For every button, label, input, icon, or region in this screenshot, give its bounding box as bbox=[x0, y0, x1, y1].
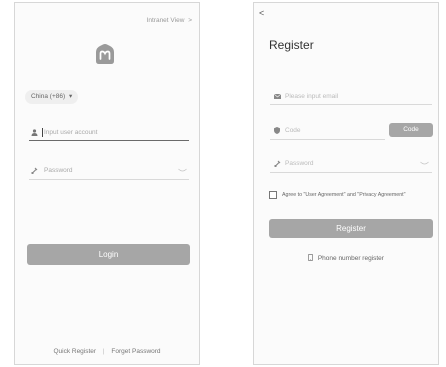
account-input[interactable]: Input user account bbox=[31, 127, 189, 139]
password-underline bbox=[29, 179, 189, 180]
login-screen: Intranet View > China (+86) ▾ Input user… bbox=[14, 2, 200, 365]
eye-icon[interactable] bbox=[178, 168, 187, 173]
intranet-view-link[interactable]: Intranet View > bbox=[147, 17, 192, 24]
lock-icon bbox=[274, 160, 281, 167]
register-button[interactable]: Register bbox=[269, 219, 433, 238]
forget-password-link[interactable]: Forget Password bbox=[111, 348, 160, 355]
account-placeholder: Input user account bbox=[44, 128, 98, 136]
email-input[interactable]: Please input email bbox=[274, 91, 429, 103]
footer-links: Quick Register | Forget Password bbox=[15, 348, 199, 355]
password-input[interactable]: Password bbox=[31, 165, 189, 177]
get-code-button[interactable]: Code bbox=[389, 123, 433, 137]
login-button[interactable]: Login bbox=[27, 244, 190, 265]
register-label: Register bbox=[336, 224, 366, 233]
login-label: Login bbox=[98, 250, 119, 259]
phone-icon bbox=[308, 254, 313, 261]
text-cursor bbox=[42, 128, 43, 137]
email-placeholder: Please input email bbox=[285, 92, 339, 100]
register-password-underline bbox=[270, 172, 432, 173]
get-code-label: Code bbox=[403, 126, 419, 133]
password-placeholder: Password bbox=[44, 166, 73, 174]
email-underline bbox=[270, 104, 432, 105]
footer-separator: | bbox=[102, 348, 105, 355]
agreement-row: Agree to "User Agreement" and "Privacy A… bbox=[269, 190, 434, 202]
page-title: Register bbox=[269, 38, 314, 52]
mail-icon bbox=[274, 94, 281, 99]
account-underline bbox=[29, 140, 189, 141]
country-code-selector[interactable]: China (+86) ▾ bbox=[25, 90, 79, 104]
register-password-placeholder: Password bbox=[285, 159, 314, 167]
agreement-checkbox[interactable] bbox=[269, 191, 277, 199]
register-screen: < Register Please input email Code Code … bbox=[253, 2, 439, 365]
user-icon bbox=[31, 129, 38, 136]
logo-icon bbox=[93, 43, 117, 65]
agreement-text[interactable]: Agree to "User Agreement" and "Privacy A… bbox=[282, 192, 406, 198]
phone-register-link[interactable]: Phone number register bbox=[254, 254, 438, 262]
code-input[interactable]: Code bbox=[274, 125, 384, 137]
lock-icon bbox=[31, 167, 38, 174]
eye-icon[interactable] bbox=[420, 161, 429, 166]
country-code-label: China (+86) bbox=[31, 93, 66, 100]
shield-icon bbox=[274, 127, 280, 134]
quick-register-link[interactable]: Quick Register bbox=[53, 348, 96, 355]
code-underline bbox=[270, 139, 385, 140]
register-password-input[interactable]: Password bbox=[274, 158, 429, 170]
back-button[interactable]: < bbox=[259, 8, 264, 18]
phone-register-label: Phone number register bbox=[317, 255, 384, 262]
chevron-right-icon: > bbox=[188, 17, 192, 24]
intranet-view-label: Intranet View bbox=[146, 17, 185, 24]
caret-down-icon: ▾ bbox=[68, 93, 73, 100]
code-placeholder: Code bbox=[285, 126, 301, 134]
